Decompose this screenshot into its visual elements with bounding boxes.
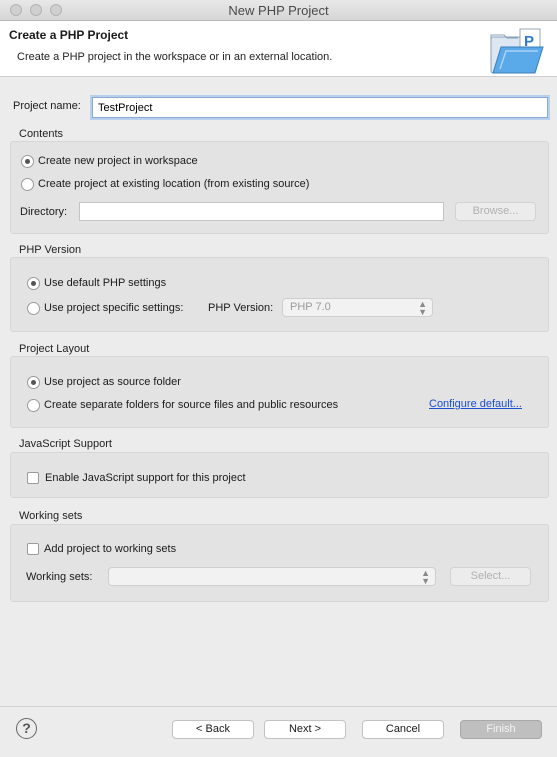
contents-section-title: Contents xyxy=(19,128,64,140)
php-version-group: Use default PHP settings Use project spe… xyxy=(10,257,549,332)
page-title: Create a PHP Project xyxy=(9,28,129,42)
select-working-sets-button[interactable]: Select... xyxy=(450,567,531,586)
directory-input[interactable] xyxy=(79,202,444,221)
add-to-working-sets-label[interactable]: Add project to working sets xyxy=(44,543,176,555)
enable-javascript-label[interactable]: Enable JavaScript support for this proje… xyxy=(45,472,246,484)
project-name-input[interactable] xyxy=(92,97,548,118)
working-sets-section-title: Working sets xyxy=(19,510,83,522)
help-icon[interactable]: ? xyxy=(16,718,37,739)
default-php-settings-radio[interactable] xyxy=(27,277,40,290)
project-name-label: Project name: xyxy=(13,100,81,112)
working-sets-group: Add project to working sets Working sets… xyxy=(10,524,549,602)
create-existing-location-label[interactable]: Create project at existing location (fro… xyxy=(38,178,309,190)
back-button[interactable]: < Back xyxy=(172,720,254,739)
finish-button[interactable]: Finish xyxy=(460,720,542,739)
php-project-folder-icon: P xyxy=(490,28,544,74)
php-version-section-title: PHP Version xyxy=(19,244,82,256)
browse-button[interactable]: Browse... xyxy=(455,202,536,221)
php-version-value: PHP 7.0 xyxy=(290,301,331,313)
project-layout-section-title: Project Layout xyxy=(19,343,90,355)
page-description: Create a PHP project in the workspace or… xyxy=(17,51,333,63)
specific-php-settings-label[interactable]: Use project specific settings: xyxy=(44,302,183,314)
php-version-label: PHP Version: xyxy=(208,302,274,314)
contents-group: Create new project in workspace Create p… xyxy=(10,141,549,234)
javascript-support-group: Enable JavaScript support for this proje… xyxy=(10,452,549,498)
working-sets-select[interactable]: ▲ ▼ xyxy=(108,567,436,586)
php-version-select[interactable]: PHP 7.0 ▲ ▼ xyxy=(282,298,433,317)
select-chevron-icon: ▲ ▼ xyxy=(418,299,427,317)
directory-label: Directory: xyxy=(20,206,68,218)
footer-separator xyxy=(0,706,557,707)
enable-javascript-checkbox[interactable] xyxy=(27,472,39,484)
source-folder-label[interactable]: Use project as source folder xyxy=(44,376,181,388)
create-existing-location-radio[interactable] xyxy=(21,178,34,191)
select-chevron-icon: ▲ ▼ xyxy=(421,568,430,586)
separate-folders-label[interactable]: Create separate folders for source files… xyxy=(44,399,338,411)
default-php-settings-label[interactable]: Use default PHP settings xyxy=(44,277,166,289)
source-folder-radio[interactable] xyxy=(27,376,40,389)
window-title: New PHP Project xyxy=(228,3,329,18)
specific-php-settings-radio[interactable] xyxy=(27,302,40,315)
create-new-project-radio[interactable] xyxy=(21,155,34,168)
javascript-support-section-title: JavaScript Support xyxy=(19,438,112,450)
add-to-working-sets-checkbox[interactable] xyxy=(27,543,39,555)
working-sets-label: Working sets: xyxy=(26,571,93,583)
project-layout-group: Use project as source folder Create sepa… xyxy=(10,356,549,428)
window-titlebar: New PHP Project xyxy=(0,0,557,21)
configure-default-link[interactable]: Configure default... xyxy=(429,398,522,410)
create-new-project-label[interactable]: Create new project in workspace xyxy=(38,155,198,167)
cancel-button[interactable]: Cancel xyxy=(362,720,444,739)
next-button[interactable]: Next > xyxy=(264,720,346,739)
separate-folders-radio[interactable] xyxy=(27,399,40,412)
wizard-header: Create a PHP Project Create a PHP projec… xyxy=(0,21,557,77)
